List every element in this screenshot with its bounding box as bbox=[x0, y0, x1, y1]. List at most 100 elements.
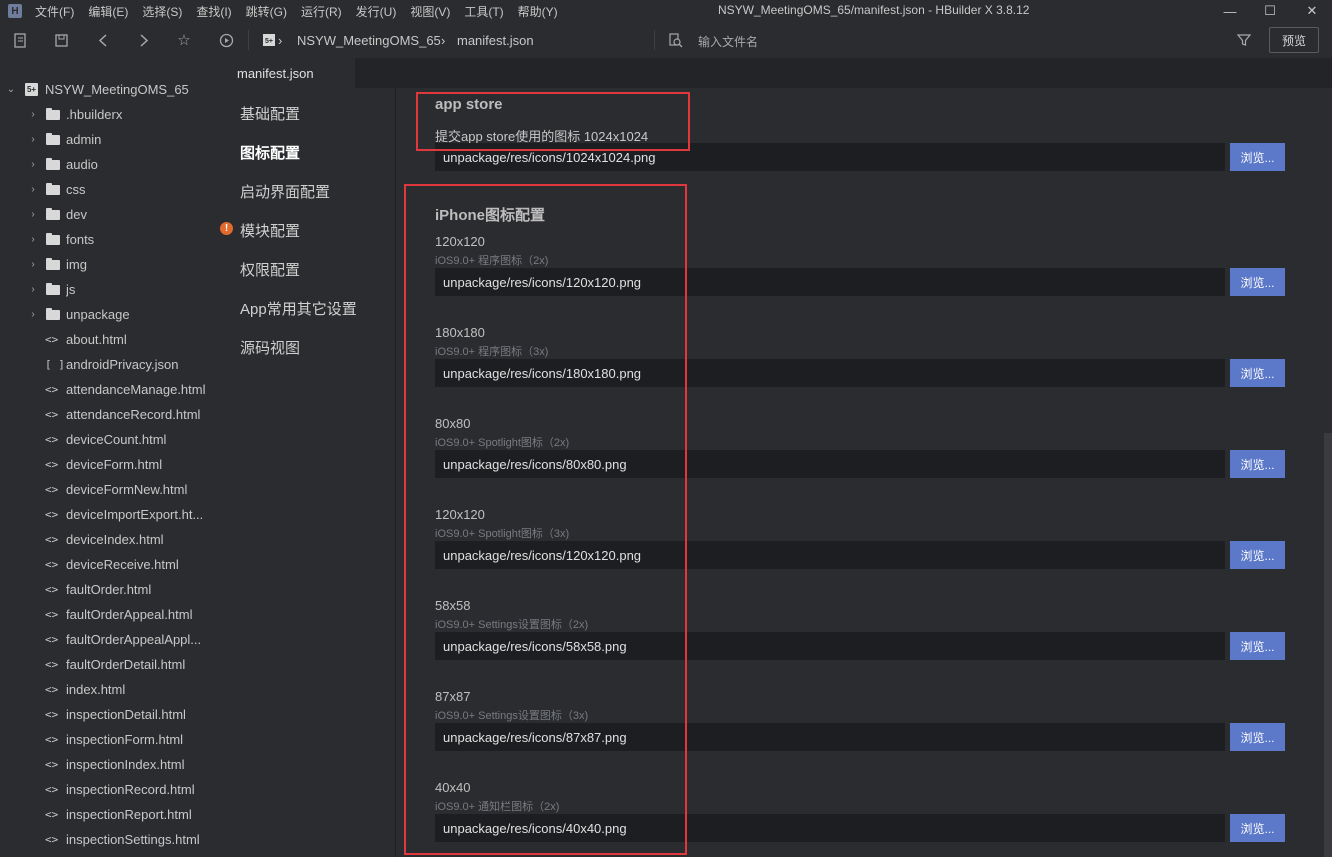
breadcrumb-chevron-icon: › bbox=[441, 33, 446, 48]
nav-module-config[interactable]: 模块配置 bbox=[240, 220, 300, 241]
nav-permission-config[interactable]: 权限配置 bbox=[240, 259, 300, 280]
tree-item-label: .hbuilderx bbox=[66, 107, 123, 122]
project-name: NSYW_MeetingOMS_65 bbox=[45, 82, 189, 97]
tree-folder-item[interactable]: › img bbox=[0, 252, 215, 277]
chevron-right-icon: › bbox=[31, 109, 35, 120]
breadcrumb-file[interactable]: manifest.json bbox=[457, 33, 534, 48]
menu-select[interactable]: 选择(S) bbox=[142, 3, 182, 20]
tree-file-item[interactable]: <> deviceFormNew.html bbox=[0, 477, 215, 502]
file-type-icon: <> bbox=[45, 458, 59, 471]
tree-folder-item[interactable]: › js bbox=[0, 277, 215, 302]
file-type-icon: [ ] bbox=[45, 358, 65, 371]
warning-icon: ! bbox=[220, 222, 233, 235]
preview-button[interactable]: 预览 bbox=[1269, 27, 1319, 53]
hbuilder-logo-icon: H bbox=[8, 4, 22, 18]
tree-file-item[interactable]: <> inspectionDetail.html bbox=[0, 702, 215, 727]
folder-icon bbox=[46, 182, 60, 195]
menu-find[interactable]: 查找(I) bbox=[196, 3, 231, 20]
tree-file-item[interactable]: <> index.html bbox=[0, 677, 215, 702]
file-type-icon: <> bbox=[45, 833, 59, 846]
tree-folder-item[interactable]: › admin bbox=[0, 127, 215, 152]
close-icon[interactable]: ✕ bbox=[1300, 0, 1324, 22]
file-type-icon: <> bbox=[45, 558, 59, 571]
file-type-icon: <> bbox=[45, 783, 59, 796]
tree-item-label: inspectionSettings.html bbox=[66, 832, 200, 847]
tree-item-label: unpackage bbox=[66, 307, 130, 322]
tree-item-label: dev bbox=[66, 207, 87, 222]
tree-file-item[interactable]: [ ] androidPrivacy.json bbox=[0, 352, 215, 377]
tree-item-label: deviceFormNew.html bbox=[66, 482, 188, 497]
tree-item-label: img bbox=[66, 257, 87, 272]
file-type-icon: <> bbox=[45, 508, 59, 521]
tree-file-item[interactable]: <> inspectionForm.html bbox=[0, 727, 215, 752]
tree-file-item[interactable]: <> attendanceRecord.html bbox=[0, 402, 215, 427]
run-icon[interactable] bbox=[217, 31, 235, 49]
tree-file-item[interactable]: <> faultOrderDetail.html bbox=[0, 652, 215, 677]
forward-icon[interactable] bbox=[135, 31, 153, 49]
menu-help[interactable]: 帮助(Y) bbox=[518, 3, 558, 20]
file-search-input[interactable]: 输入文件名 bbox=[698, 33, 758, 50]
file-type-icon: <> bbox=[45, 758, 59, 771]
tree-file-item[interactable]: <> about.html bbox=[0, 327, 215, 352]
chevron-right-icon: › bbox=[31, 259, 35, 270]
nav-app-other-settings[interactable]: App常用其它设置 bbox=[240, 298, 357, 319]
tab-manifest-json[interactable]: manifest.json bbox=[215, 58, 355, 88]
tree-file-item[interactable]: <> inspectionSettings.html bbox=[0, 827, 215, 852]
save-icon[interactable] bbox=[52, 31, 70, 49]
tree-file-item[interactable]: <> deviceCount.html bbox=[0, 427, 215, 452]
tree-file-item[interactable]: <> faultOrderAppealAppl... bbox=[0, 627, 215, 652]
tree-folder-item[interactable]: › unpackage bbox=[0, 302, 215, 327]
file-type-icon: <> bbox=[45, 533, 59, 546]
file-type-icon: <> bbox=[45, 408, 59, 421]
tree-folder-item[interactable]: › audio bbox=[0, 152, 215, 177]
scrollbar-thumb[interactable] bbox=[1324, 433, 1332, 857]
nav-icon-config[interactable]: 图标配置 bbox=[240, 142, 300, 163]
nav-basic-config[interactable]: 基础配置 bbox=[240, 103, 300, 124]
star-icon[interactable]: ☆ bbox=[175, 31, 193, 49]
file-type-icon: <> bbox=[45, 583, 59, 596]
menu-file[interactable]: 文件(F) bbox=[35, 3, 74, 20]
tree-file-item[interactable]: <> deviceReceive.html bbox=[0, 552, 215, 577]
new-file-icon[interactable] bbox=[11, 31, 29, 49]
menu-goto[interactable]: 跳转(G) bbox=[246, 3, 287, 20]
project-icon: 5+ bbox=[260, 31, 278, 49]
tree-file-item[interactable]: <> inspectionIndex.html bbox=[0, 752, 215, 777]
back-icon[interactable] bbox=[94, 31, 112, 49]
menu-run[interactable]: 运行(R) bbox=[301, 3, 342, 20]
tree-file-item[interactable]: <> deviceIndex.html bbox=[0, 527, 215, 552]
tree-folder-item[interactable]: › .hbuilderx bbox=[0, 102, 215, 127]
filter-icon[interactable] bbox=[1235, 31, 1253, 49]
tree-item-label: fonts bbox=[66, 232, 95, 247]
tree-item-label: faultOrderAppealAppl... bbox=[66, 632, 202, 647]
tree-project-root[interactable]: ⌄ 5+ NSYW_MeetingOMS_65 bbox=[0, 77, 215, 102]
tree-file-item[interactable]: <> faultOrderAppeal.html bbox=[0, 602, 215, 627]
tree-file-item[interactable]: <> inspectionReport.html bbox=[0, 802, 215, 827]
minimize-icon[interactable]: — bbox=[1218, 0, 1242, 22]
tree-file-item[interactable]: <> deviceForm.html bbox=[0, 452, 215, 477]
menu-tools[interactable]: 工具(T) bbox=[464, 3, 503, 20]
nav-source-view[interactable]: 源码视图 bbox=[240, 337, 300, 358]
tree-item-label: about.html bbox=[66, 332, 127, 347]
folder-icon bbox=[46, 207, 60, 220]
tab-bar: manifest.json bbox=[215, 58, 1332, 88]
maximize-icon[interactable]: ☐ bbox=[1258, 0, 1282, 22]
chevron-right-icon: › bbox=[31, 159, 35, 170]
menu-edit[interactable]: 编辑(E) bbox=[88, 3, 128, 20]
tree-file-item[interactable]: <> faultOrder.html bbox=[0, 577, 215, 602]
tree-file-item[interactable]: <> deviceImportExport.ht... bbox=[0, 502, 215, 527]
breadcrumb-project[interactable]: NSYW_MeetingOMS_65 bbox=[297, 33, 441, 48]
tree-folder-item[interactable]: › css bbox=[0, 177, 215, 202]
toolbar-separator bbox=[654, 30, 655, 50]
file-type-icon: <> bbox=[45, 608, 59, 621]
tree-folder-item[interactable]: › dev bbox=[0, 202, 215, 227]
menu-view[interactable]: 视图(V) bbox=[410, 3, 450, 20]
nav-divider bbox=[395, 88, 396, 857]
tree-file-item[interactable]: <> inspectionRecord.html bbox=[0, 777, 215, 802]
tree-item-label: js bbox=[66, 282, 76, 297]
tree-file-item[interactable]: <> attendanceManage.html bbox=[0, 377, 215, 402]
menu-publish[interactable]: 发行(U) bbox=[356, 3, 397, 20]
tree-folder-item[interactable]: › fonts bbox=[0, 227, 215, 252]
tree-item-label: attendanceManage.html bbox=[66, 382, 206, 397]
nav-splash-config[interactable]: 启动界面配置 bbox=[240, 181, 330, 202]
folder-icon bbox=[46, 232, 60, 245]
